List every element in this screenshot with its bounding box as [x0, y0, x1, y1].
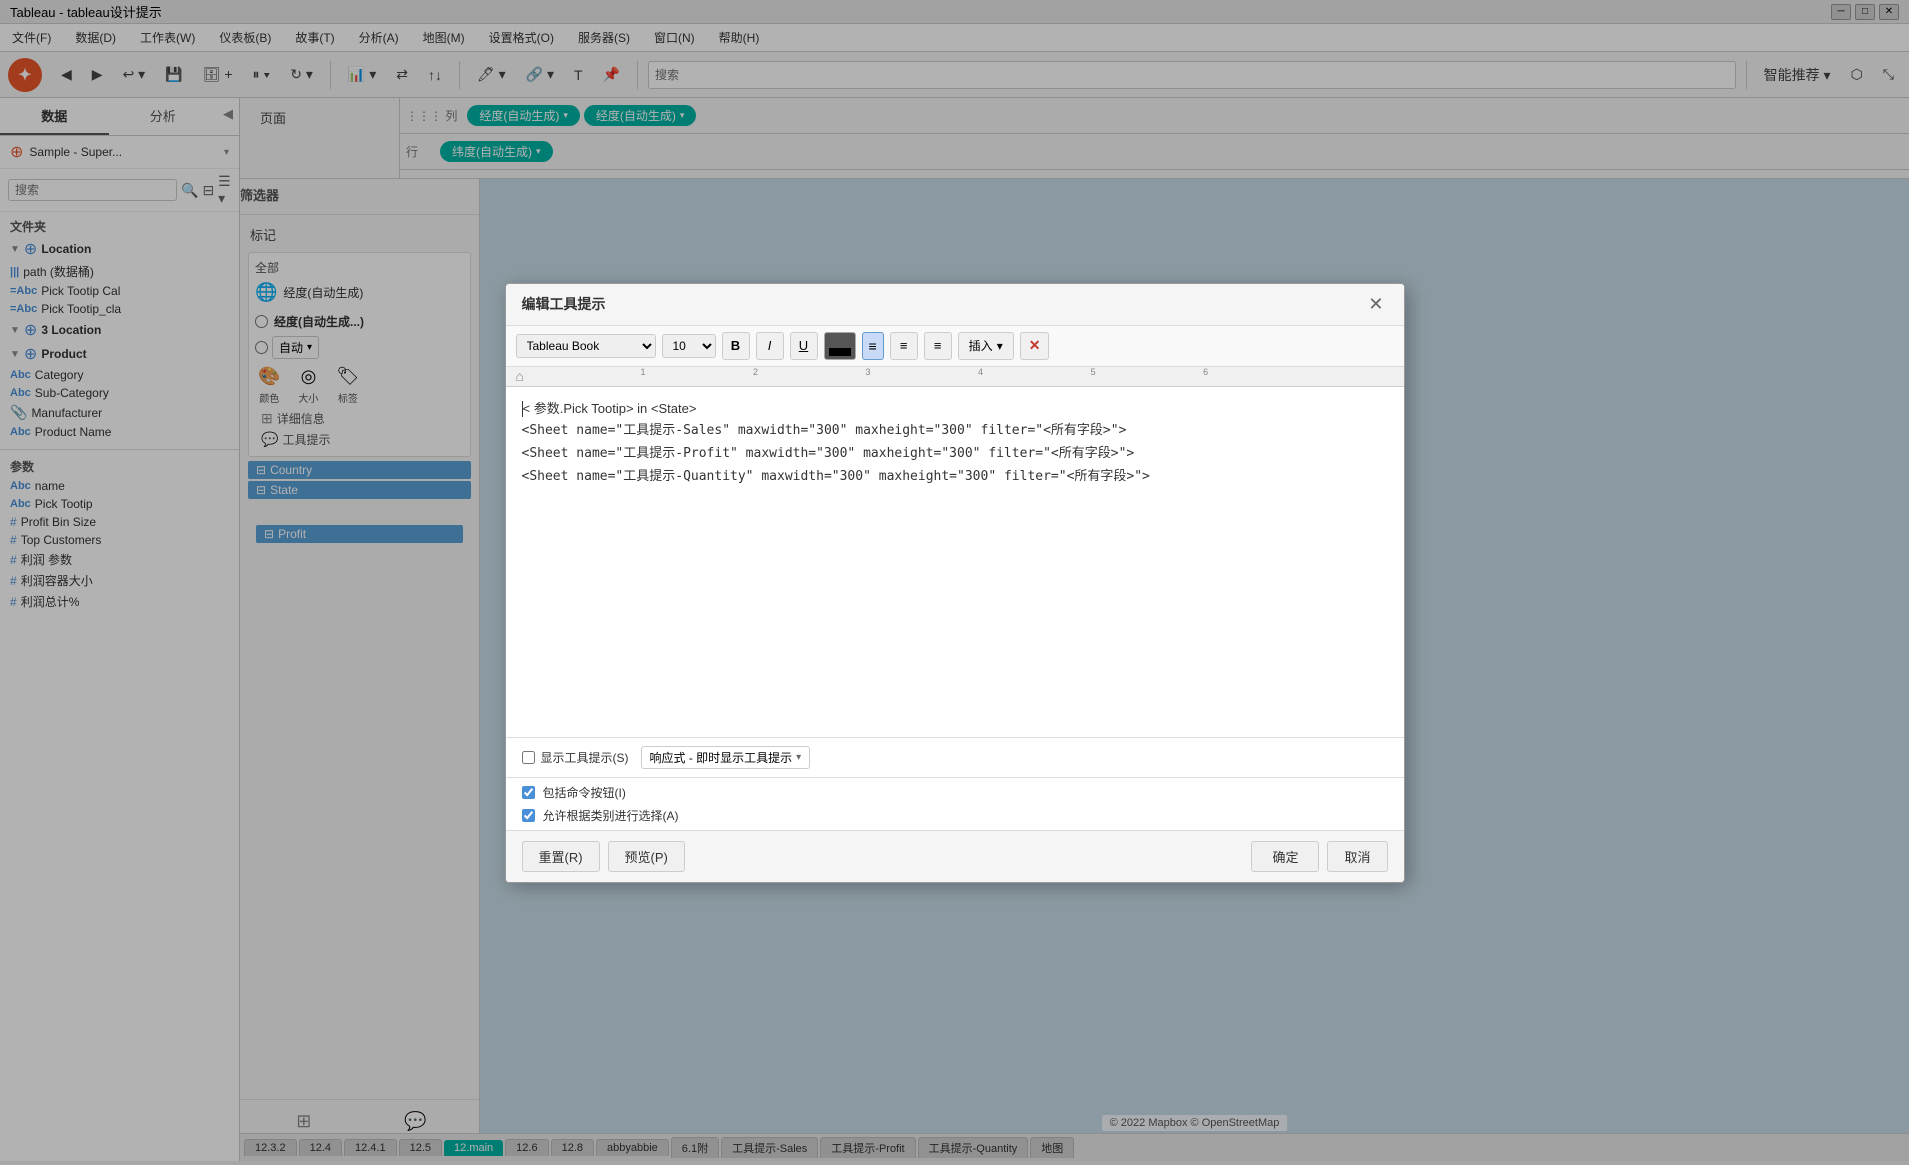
align-center-button[interactable]: ≡	[890, 332, 918, 360]
modal-checkboxes: 包括命令按钮(I) 允许根据类别进行选择(A)	[506, 778, 1404, 831]
include-commands-checkbox[interactable]	[522, 786, 535, 799]
show-tooltip-label[interactable]: 显示工具提示(S)	[522, 749, 629, 766]
show-tooltip-text: 显示工具提示(S)	[541, 749, 629, 766]
modal-title: 编辑工具提示	[522, 294, 606, 314]
allow-select-label[interactable]: 允许根据类别进行选择(A)	[522, 807, 1388, 824]
modal-footer-left: 重置(R) 预览(P)	[522, 841, 685, 872]
ruler-mark-6: 6	[1203, 367, 1208, 377]
modal-ruler: ⌂ 1 2 3 4 5 6	[506, 367, 1404, 387]
ruler-mark-3: 3	[866, 367, 871, 377]
tooltip-mode-text: 响应式 - 即时显示工具提示	[650, 749, 793, 766]
bold-button[interactable]: B	[722, 332, 750, 360]
allow-select-checkbox[interactable]	[522, 809, 535, 822]
modal-footer-right: 确定 取消	[1251, 841, 1387, 872]
insert-label: 插入	[969, 337, 993, 354]
show-tooltip-checkbox[interactable]	[522, 751, 535, 764]
ruler-track: 1 2 3 4 5 6	[528, 367, 1394, 386]
color-picker[interactable]	[824, 332, 856, 360]
insert-arrow-icon: ▾	[997, 339, 1003, 353]
ruler-mark-5: 5	[1091, 367, 1096, 377]
modal-footer: 重置(R) 预览(P) 确定 取消	[506, 831, 1404, 882]
italic-button[interactable]: I	[756, 332, 784, 360]
font-select[interactable]: Tableau Book	[516, 334, 656, 358]
align-right-button[interactable]: ≡	[924, 332, 952, 360]
modal-overlay: 编辑工具提示 ✕ Tableau Book 10 B I U ≡ ≡ ≡ 插入	[0, 0, 1909, 1165]
reset-button[interactable]: 重置(R)	[522, 841, 600, 872]
ruler-mark-4: 4	[978, 367, 983, 377]
ok-button[interactable]: 确定	[1251, 841, 1319, 872]
ruler-mark-2: 2	[753, 367, 758, 377]
tooltip-mode-dropdown[interactable]: 响应式 - 即时显示工具提示 ▾	[641, 746, 811, 769]
modal-close-button[interactable]: ✕	[1364, 294, 1387, 315]
preview-button[interactable]: 预览(P)	[608, 841, 685, 872]
color-swatch[interactable]	[824, 332, 856, 360]
editor-line-3: <Sheet name="工具提示-Quantity" maxwidth="30…	[522, 467, 1388, 488]
editor-line-2: <Sheet name="工具提示-Profit" maxwidth="300"…	[522, 444, 1388, 465]
clear-button[interactable]: ✕	[1020, 332, 1050, 360]
modal-tooltip-options: 显示工具提示(S) 响应式 - 即时显示工具提示 ▾	[506, 738, 1404, 778]
align-left-button[interactable]: ≡	[862, 332, 884, 360]
insert-button[interactable]: 插入 ▾	[958, 332, 1014, 360]
modal-header: 编辑工具提示 ✕	[506, 284, 1404, 326]
editor-cursor-line: < 参数.Pick Tootip> in <State>	[522, 397, 1388, 422]
include-commands-text: 包括命令按钮(I)	[543, 784, 626, 801]
edit-tooltip-modal: 编辑工具提示 ✕ Tableau Book 10 B I U ≡ ≡ ≡ 插入	[505, 283, 1405, 883]
modal-editor[interactable]: < 参数.Pick Tootip> in <State> <Sheet name…	[506, 387, 1404, 738]
allow-select-text: 允许根据类别进行选择(A)	[543, 807, 679, 824]
editor-line-0: < 参数.Pick Tootip> in <State>	[523, 399, 697, 420]
modal-toolbar: Tableau Book 10 B I U ≡ ≡ ≡ 插入 ▾ ✕	[506, 326, 1404, 367]
size-select[interactable]: 10	[662, 334, 716, 358]
tooltip-editor[interactable]: < 参数.Pick Tootip> in <State> <Sheet name…	[506, 387, 1404, 587]
ruler-mark-1: 1	[640, 367, 645, 377]
tooltip-mode-arrow: ▾	[796, 752, 801, 763]
include-commands-label[interactable]: 包括命令按钮(I)	[522, 784, 1388, 801]
editor-line-1: <Sheet name="工具提示-Sales" maxwidth="300" …	[522, 421, 1388, 442]
ruler-home-icon: ⌂	[516, 368, 524, 384]
cancel-button[interactable]: 取消	[1327, 841, 1387, 872]
color-swatch-bar	[829, 348, 851, 356]
underline-button[interactable]: U	[790, 332, 818, 360]
